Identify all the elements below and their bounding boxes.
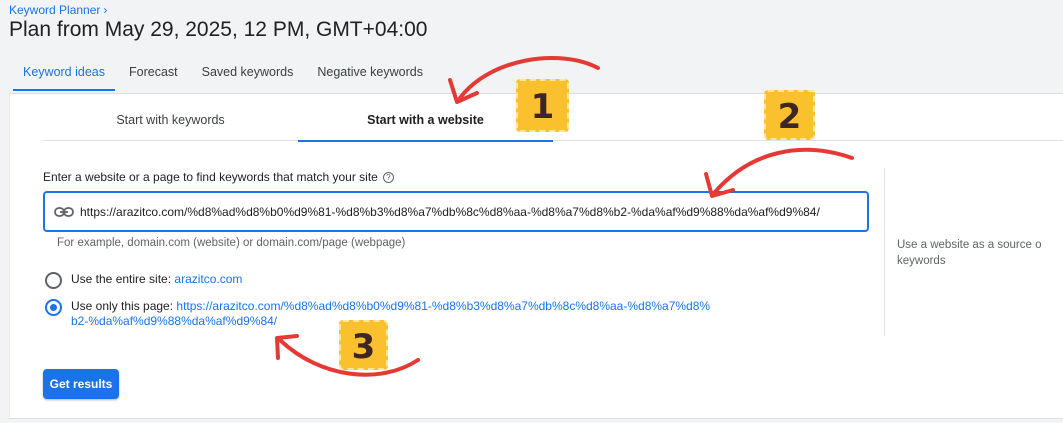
help-icon[interactable]: ? (382, 171, 394, 183)
page-title: Plan from May 29, 2025, 12 PM, GMT+04:00 (9, 18, 428, 41)
tab-forecast[interactable]: Forecast (117, 64, 190, 92)
side-panel-text: Use a website as a source o keywords (897, 237, 1063, 269)
entire-site-link[interactable]: arazitco.com (174, 272, 242, 286)
tab-saved-keywords[interactable]: Saved keywords (190, 64, 306, 92)
radio-entire-site[interactable] (45, 272, 62, 289)
annotation-badge-1: 1 (516, 79, 569, 132)
tab-start-with-website[interactable]: Start with a website (298, 94, 553, 142)
option-entire-site-label: Use the entire site: (71, 272, 172, 286)
chevron-right-icon: › (103, 3, 108, 17)
keyword-ideas-card: Start with keywords Start with a website… (9, 93, 1063, 419)
link-icon (54, 206, 74, 217)
website-url-field[interactable] (43, 191, 869, 232)
website-url-input[interactable] (80, 204, 860, 219)
get-results-button[interactable]: Get results (43, 369, 119, 399)
tab-start-with-keywords[interactable]: Start with keywords (43, 94, 298, 141)
option-entire-site[interactable]: Use the entire site: arazitco.com (45, 272, 242, 289)
url-field-label-text: Enter a website or a page to find keywor… (43, 170, 378, 184)
url-field-hint: For example, domain.com (website) or dom… (57, 237, 406, 249)
side-panel-divider (884, 168, 885, 336)
tab-negative-keywords[interactable]: Negative keywords (305, 64, 435, 92)
url-field-label: Enter a website or a page to find keywor… (43, 170, 394, 184)
radio-this-page[interactable] (45, 299, 62, 316)
breadcrumb[interactable]: Keyword Planner › (9, 3, 107, 17)
annotation-badge-2: 2 (764, 90, 815, 140)
tab-keyword-ideas[interactable]: Keyword ideas (11, 64, 117, 92)
annotation-badge-3: 3 (339, 320, 388, 370)
side-panel-line-1: Use a website as a source o (897, 239, 1042, 251)
top-tab-bar: Keyword ideas Forecast Saved keywords Ne… (11, 64, 435, 92)
option-entire-site-text: Use the entire site: arazitco.com (71, 272, 242, 287)
option-this-page-text: Use only this page: https://arazitco.com… (71, 299, 711, 329)
breadcrumb-link[interactable]: Keyword Planner (9, 3, 100, 17)
side-panel-line-2: keywords (897, 255, 946, 267)
option-this-page-label: Use only this page: (71, 299, 174, 313)
